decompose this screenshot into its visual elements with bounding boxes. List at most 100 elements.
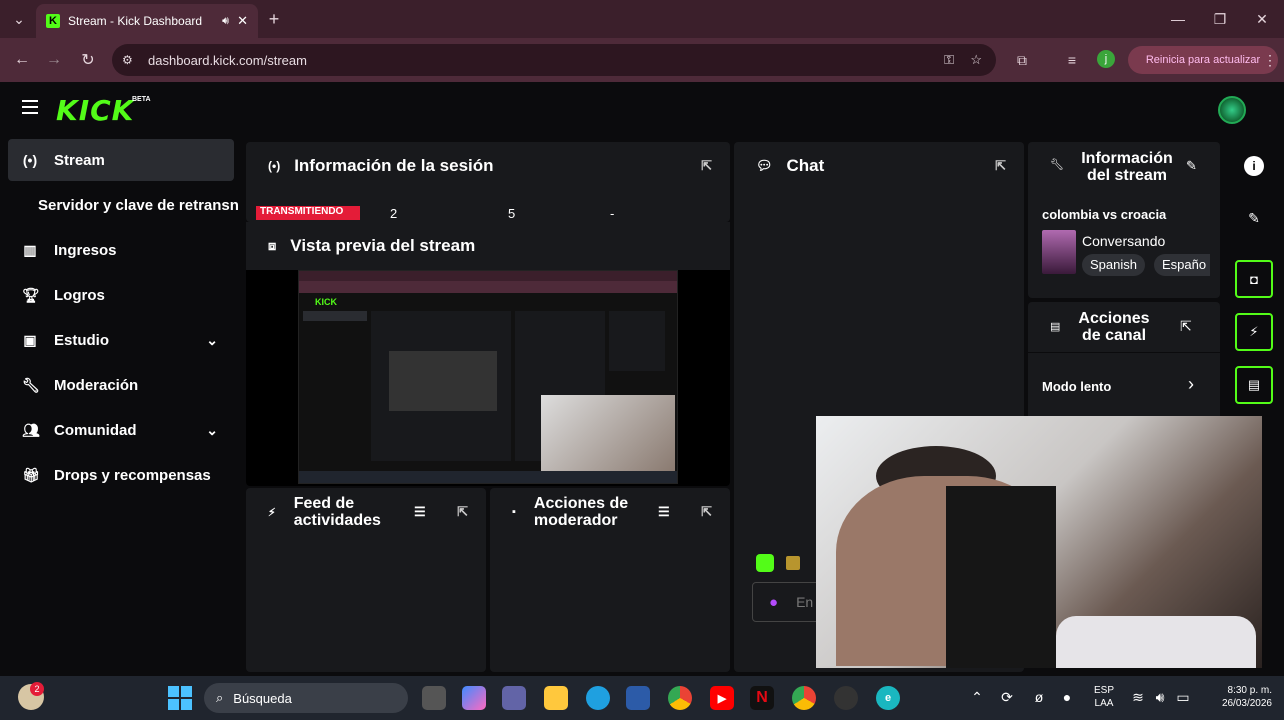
mic-icon[interactable]: ● — [769, 594, 778, 611]
maximize-icon[interactable]: ❐ — [1210, 10, 1230, 28]
wrench-icon: 🔧︎ — [1050, 159, 1064, 171]
category-thumbnail — [1042, 230, 1076, 274]
tab-search-chevron-icon[interactable]: ⌄ — [10, 10, 28, 28]
chrome-icon[interactable] — [668, 686, 692, 710]
hamburger-menu-icon[interactable] — [22, 100, 38, 114]
sidebar-item-logros[interactable]: 🏆︎ Logros — [8, 274, 234, 316]
browser-tab[interactable]: K Stream - Kick Dashboard 🔊︎ ✕ — [36, 4, 258, 38]
language-indicator[interactable]: ESP LAA — [1094, 684, 1114, 710]
edit-pencil-icon[interactable]: ✎ — [1186, 158, 1197, 174]
sidebar-item-drops[interactable]: 🎁︎ Drops y recompensas — [8, 454, 234, 496]
sidebar-item-label: Drops y recompensas — [54, 466, 211, 484]
forward-icon[interactable]: → — [44, 50, 64, 70]
kick-favicon-icon: K — [46, 14, 60, 28]
clock[interactable]: 8:30 p. m. 26/03/2026 — [1200, 684, 1272, 710]
minimize-icon[interactable]: — — [1168, 10, 1188, 28]
speaker-icon[interactable]: 🔊︎ — [222, 15, 229, 28]
actions-icon: ▤ — [1050, 321, 1061, 333]
popout-icon[interactable]: ⇱ — [995, 158, 1006, 174]
emote-icon[interactable] — [756, 554, 774, 572]
category-name[interactable]: Conversando — [1082, 233, 1165, 249]
tray-chevron-icon[interactable]: ⌃ — [970, 688, 984, 706]
preview-header: ⧈ Vista previa del stream — [246, 222, 730, 270]
browser-menu-icon[interactable]: ⋮ — [1262, 50, 1278, 70]
edge-icon[interactable] — [586, 686, 610, 710]
sidebar-item-ingresos[interactable]: ▥ Ingresos — [8, 229, 234, 271]
popout-icon[interactable]: ⇱ — [701, 158, 712, 174]
update-button[interactable]: Reinicia para actualizar — [1128, 46, 1278, 74]
notes-button[interactable]: ▤ — [1235, 366, 1273, 404]
user-avatar[interactable] — [1218, 96, 1246, 124]
chevron-down-icon[interactable]: ⌄ — [206, 422, 218, 439]
taskbar-search[interactable]: ⌕ Búsqueda — [204, 683, 408, 713]
new-tab-icon[interactable]: + — [264, 9, 284, 29]
start-icon[interactable] — [168, 686, 192, 710]
back-icon[interactable]: ← — [12, 50, 32, 70]
clip-button[interactable]: ◘ — [1235, 260, 1273, 298]
teams-icon[interactable] — [502, 686, 526, 710]
chrome-active-icon[interactable] — [792, 686, 816, 710]
reload-icon[interactable]: ↻ — [78, 50, 98, 70]
file-explorer-icon[interactable] — [544, 686, 568, 710]
media-icon[interactable]: ≡ — [1062, 50, 1082, 70]
sidebar-item-comunidad[interactable]: 👥︎ Comunidad ⌄ — [8, 409, 234, 451]
profile-avatar[interactable]: j — [1097, 50, 1115, 68]
sidebar-item-label: Ingresos — [54, 241, 117, 259]
close-window-icon[interactable]: ✕ — [1252, 10, 1272, 28]
info-icon[interactable]: i — [1244, 156, 1264, 176]
key-icon[interactable]: ⚿ — [944, 52, 954, 68]
filter-icon[interactable]: ☰ — [658, 504, 670, 520]
stat-viewers: 2 — [390, 206, 398, 221]
sidebar-item-server-key[interactable]: Servidor y clave de retransn — [8, 184, 242, 226]
sidebar-item-label: Logros — [54, 286, 105, 304]
stream-preview-video[interactable]: KICK — [298, 270, 678, 484]
raid-button[interactable]: ⚡︎ — [1235, 313, 1273, 351]
address-bar[interactable]: ⚙ dashboard.kick.com/stream ⚿ ☆ — [112, 44, 996, 76]
gift-icon[interactable] — [786, 556, 800, 570]
tag-chip[interactable]: Spanish — [1082, 254, 1145, 276]
obs-icon[interactable] — [834, 686, 858, 710]
time-text: 8:30 p. m. — [1227, 685, 1272, 696]
session-header: (•) Información de la sesión ⇱ — [246, 142, 730, 190]
users-icon: 👥︎ — [22, 421, 40, 438]
edit-pencil-icon[interactable]: ✎ — [1244, 208, 1264, 228]
search-label: Búsqueda — [233, 690, 292, 706]
site-info-icon[interactable]: ⚙ — [122, 53, 133, 67]
wifi-icon[interactable]: ≋ — [1130, 688, 1146, 706]
bookmark-star-icon[interactable]: ☆ — [970, 52, 982, 68]
extensions-icon[interactable]: ⧉ — [1012, 50, 1032, 70]
bluetooth-off-icon[interactable]: ø — [1030, 688, 1048, 706]
chevron-right-icon[interactable]: › — [1188, 374, 1194, 395]
preview-title: Vista previa del stream — [290, 236, 476, 255]
filter-icon[interactable]: ☰ — [414, 504, 426, 520]
volume-icon[interactable]: 🔊︎ — [1152, 688, 1168, 706]
popout-icon[interactable]: ⇱ — [701, 504, 712, 520]
slow-mode-label[interactable]: Modo lento — [1042, 379, 1111, 394]
stream-info-panel: 🔧︎ Información del stream ✎ colombia vs … — [1028, 142, 1220, 298]
battery-icon[interactable]: ▭ — [1174, 688, 1192, 706]
chat-header: 💬︎ Chat ⇱ — [734, 142, 1024, 190]
chat-placeholder: En — [796, 594, 814, 610]
store-icon[interactable] — [626, 686, 650, 710]
sidebar-item-label: Servidor y clave de retransn — [38, 196, 239, 214]
sidebar-item-moderacion[interactable]: 🔧︎ Moderación — [8, 364, 234, 406]
sync-icon[interactable]: ⟳ — [998, 688, 1016, 706]
youtube-icon[interactable]: ▶ — [710, 686, 734, 710]
webcam-overlay[interactable] — [816, 416, 1262, 668]
popout-icon[interactable]: ⇱ — [1180, 318, 1192, 335]
sidebar-item-stream[interactable]: (•) Stream — [8, 139, 234, 181]
tab-close-icon[interactable]: ✕ — [237, 13, 248, 29]
chevron-down-icon[interactable]: ⌄ — [206, 332, 218, 349]
gift-icon: 🎁︎ — [22, 466, 40, 483]
netflix-icon[interactable]: N — [750, 686, 774, 710]
mod-actions-header: ▪ Acciones de moderador ☰ ⇱ — [490, 488, 730, 536]
task-view-icon[interactable] — [422, 686, 446, 710]
copilot-icon[interactable] — [462, 686, 486, 710]
sidebar-item-estudio[interactable]: ▣ Estudio ⌄ — [8, 319, 234, 361]
kick-logo[interactable]: KICK — [56, 94, 134, 127]
tag-chip[interactable]: Españo — [1154, 254, 1210, 276]
popout-icon[interactable]: ⇱ — [457, 504, 468, 520]
app-e-icon[interactable]: e — [876, 686, 900, 710]
mic-icon[interactable]: ● — [1060, 688, 1074, 706]
trophy-icon: 🏆︎ — [22, 286, 40, 303]
